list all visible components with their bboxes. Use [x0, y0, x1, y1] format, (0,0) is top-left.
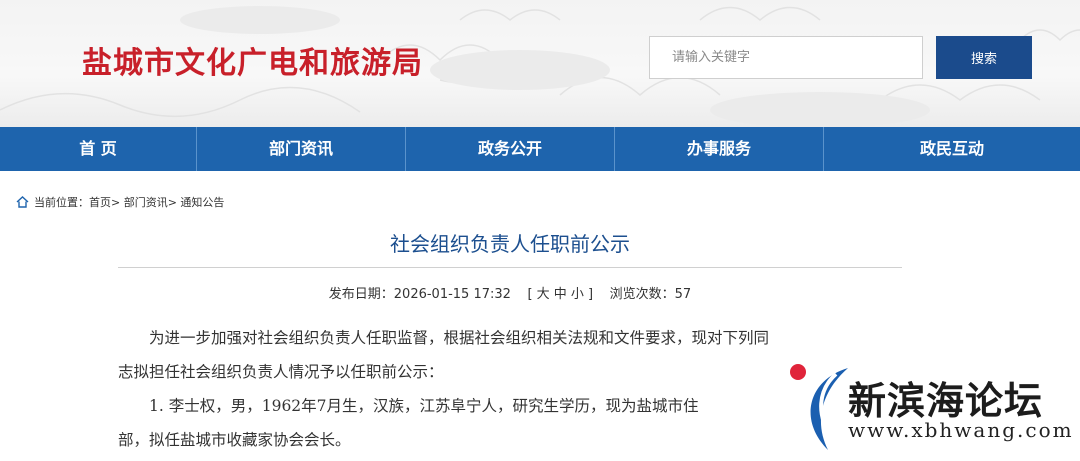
article-paragraph-line: 1. 李士权，男，1962年7月生，汉族，江苏阜宁人，研究生学历，现为盐城市住: [118, 397, 699, 415]
breadcrumb-path[interactable]: 首页> 部门资讯> 通知公告: [89, 194, 224, 210]
nav-item-government-affairs[interactable]: 政务公开: [406, 127, 615, 171]
nav-item-home[interactable]: 首 页: [0, 127, 197, 171]
watermark-url: www.xbhwang.com: [848, 418, 1074, 442]
watermark-name: 新滨海论坛: [848, 370, 1044, 425]
article-paragraph-line: 志拟担任社会组织负责人情况予以任职前公示：: [118, 363, 444, 381]
article-title: 社会组织负责人任职前公示: [390, 232, 630, 256]
search-input[interactable]: [649, 36, 923, 79]
main-nav: 首 页 部门资讯 政务公开 办事服务 政民互动: [0, 127, 1080, 171]
breadcrumb: 当前位置： 首页> 部门资讯> 通知公告: [16, 194, 224, 210]
article-paragraph-line: 为进一步加强对社会组织负责人任职监督，根据社会组织相关法规和文件要求，现对下列同: [118, 329, 770, 347]
site-header: 盐城市文化广电和旅游局 搜索: [0, 0, 1080, 127]
article-paragraph-line: 部，拟任盐城市收藏家协会会长。: [118, 431, 351, 449]
nav-item-department-news[interactable]: 部门资讯: [197, 127, 406, 171]
nav-item-services[interactable]: 办事服务: [615, 127, 824, 171]
home-icon: [16, 196, 29, 208]
site-title[interactable]: 盐城市文化广电和旅游局: [82, 38, 423, 82]
search-button[interactable]: 搜索: [936, 36, 1032, 79]
breadcrumb-prefix: 当前位置：: [34, 196, 89, 209]
nav-item-interaction[interactable]: 政民互动: [824, 127, 1080, 171]
title-divider: [118, 267, 902, 268]
article-meta: 发布日期：2026-01-15 17:32 [ 大 中 小 ] 浏览次数：57: [328, 287, 692, 302]
